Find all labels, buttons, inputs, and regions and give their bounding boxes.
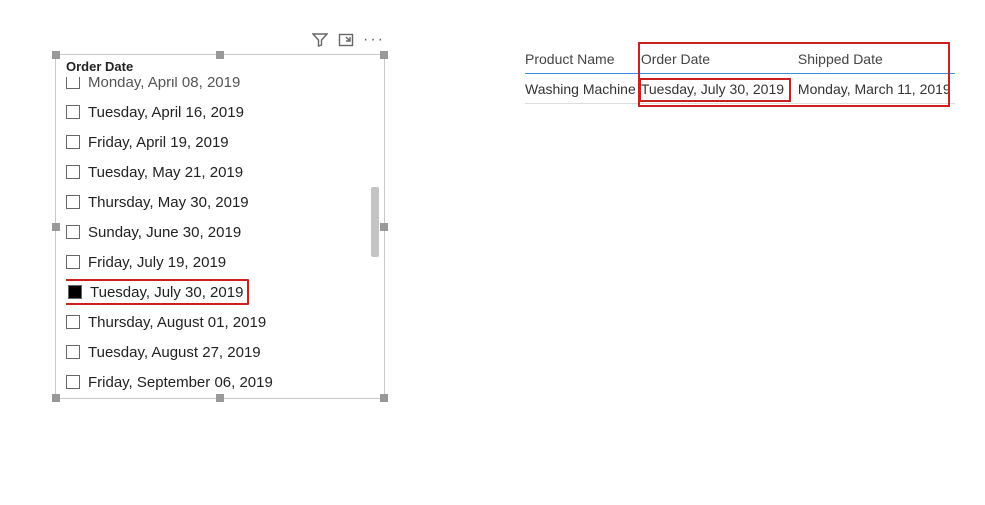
resize-handle[interactable] [380, 223, 388, 231]
filter-icon[interactable] [311, 31, 329, 49]
slicer-item-label: Tuesday, April 16, 2019 [88, 104, 244, 121]
checkbox-icon[interactable] [66, 255, 80, 269]
slicer-item-label: Thursday, May 30, 2019 [88, 194, 249, 211]
results-table: Product Name Order Date Shipped Date Was… [525, 44, 955, 104]
table-row[interactable]: Washing MachineTuesday, July 30, 2019Mon… [525, 74, 955, 104]
table-header: Product Name Order Date Shipped Date [525, 44, 955, 74]
checkbox-icon[interactable] [66, 105, 80, 119]
slicer-item[interactable]: Tuesday, August 27, 2019 [66, 337, 364, 367]
resize-handle[interactable] [52, 394, 60, 402]
cell-product: Washing Machine [525, 81, 641, 97]
slicer-item[interactable]: Friday, September 06, 2019 [66, 367, 364, 392]
checkbox-icon[interactable] [66, 77, 80, 89]
slicer-item-label: Sunday, June 30, 2019 [88, 224, 241, 241]
slicer-item-label: Tuesday, May 21, 2019 [88, 164, 243, 181]
resize-handle[interactable] [380, 394, 388, 402]
slicer-item-label: Tuesday, July 30, 2019 [90, 284, 243, 301]
cell-order: Tuesday, July 30, 2019 [641, 81, 798, 97]
resize-handle[interactable] [52, 223, 60, 231]
scrollbar-thumb[interactable] [371, 187, 379, 257]
checkbox-icon[interactable] [66, 225, 80, 239]
checkbox-icon[interactable] [66, 315, 80, 329]
annotation-box-slicer: Tuesday, July 30, 2019 [66, 279, 249, 305]
slicer-item[interactable]: Thursday, May 30, 2019 [66, 187, 364, 217]
slicer-item-label: Monday, April 08, 2019 [88, 77, 240, 91]
column-header-order[interactable]: Order Date [641, 51, 798, 67]
column-header-shipped[interactable]: Shipped Date [798, 51, 955, 67]
checkbox-icon[interactable] [66, 345, 80, 359]
slicer-item[interactable]: Tuesday, July 30, 2019 [66, 277, 364, 307]
slicer-item-label: Tuesday, August 27, 2019 [88, 344, 261, 361]
slicer-item[interactable]: Friday, July 19, 2019 [66, 247, 364, 277]
slicer-item[interactable]: Sunday, June 30, 2019 [66, 217, 364, 247]
checkbox-icon[interactable] [66, 135, 80, 149]
checkbox-icon[interactable] [66, 195, 80, 209]
slicer-item-label: Friday, July 19, 2019 [88, 254, 226, 271]
slicer-list: Monday, April 08, 2019 Tuesday, April 16,… [66, 77, 364, 392]
focus-mode-icon[interactable] [337, 31, 355, 49]
slicer-item-label: Friday, April 19, 2019 [88, 134, 229, 151]
visual-toolbar: ··· [55, 28, 385, 52]
slicer-item[interactable]: Tuesday, May 21, 2019 [66, 157, 364, 187]
resize-handle[interactable] [52, 51, 60, 59]
scrollbar[interactable] [371, 77, 379, 392]
slicer-item-label: Thursday, August 01, 2019 [88, 314, 266, 331]
checkbox-icon[interactable] [68, 285, 82, 299]
checkbox-icon[interactable] [66, 165, 80, 179]
resize-handle[interactable] [216, 394, 224, 402]
order-date-slicer: Order Date Monday, April 08, 2019Tuesday… [55, 54, 385, 399]
resize-handle[interactable] [380, 51, 388, 59]
slicer-item[interactable]: Friday, April 19, 2019 [66, 127, 364, 157]
resize-handle[interactable] [216, 51, 224, 59]
cell-shipped: Monday, March 11, 2019 [798, 81, 955, 97]
slicer-item[interactable]: Monday, April 08, 2019 [66, 77, 364, 97]
slicer-item-label: Friday, September 06, 2019 [88, 374, 273, 391]
slicer-item[interactable]: Thursday, August 01, 2019 [66, 307, 364, 337]
slicer-item[interactable]: Tuesday, April 16, 2019 [66, 97, 364, 127]
column-header-product[interactable]: Product Name [525, 51, 641, 67]
more-options-icon[interactable]: ··· [363, 32, 385, 48]
checkbox-icon[interactable] [66, 375, 80, 389]
